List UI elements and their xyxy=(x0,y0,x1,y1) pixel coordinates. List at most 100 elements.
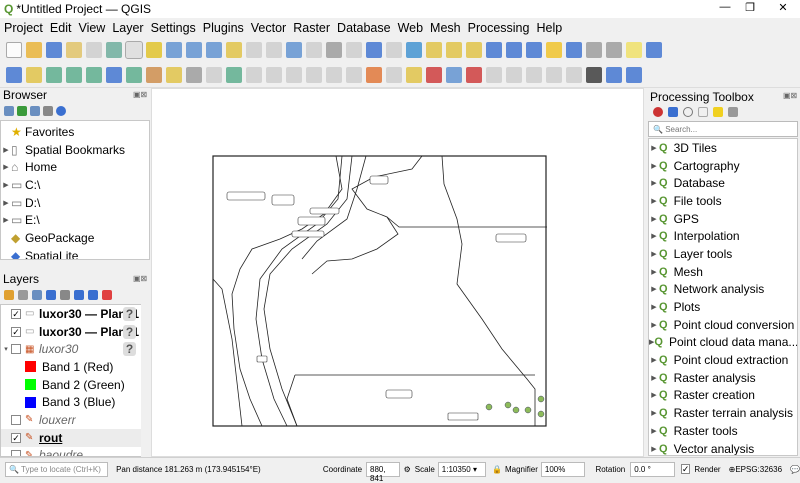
layers-scrollbar[interactable] xyxy=(141,304,150,457)
toolbox-group[interactable]: ▶ Q Raster terrain analysis xyxy=(649,404,797,422)
toolbox-group[interactable]: ▶ Q Mesh xyxy=(649,263,797,281)
expand-arrow-icon[interactable]: ▶ xyxy=(649,215,659,223)
vertex-tool-icon[interactable] xyxy=(226,66,242,83)
pin-labels-icon[interactable] xyxy=(446,66,462,83)
menu-database[interactable]: Database xyxy=(337,21,391,35)
expand-arrow-icon[interactable]: ▶ xyxy=(649,179,659,187)
close-button[interactable]: ✕ xyxy=(768,1,798,14)
layer-visibility-checkbox[interactable] xyxy=(11,450,21,456)
expand-arrow-icon[interactable]: ▶ xyxy=(649,250,659,258)
zoom-full-icon[interactable] xyxy=(206,42,222,58)
processing-toolbox-icon[interactable] xyxy=(546,42,562,58)
browser-item[interactable]: ▶ ⌂ Home xyxy=(1,158,149,176)
zoom-to-layer-icon[interactable] xyxy=(246,42,262,58)
menu-view[interactable]: View xyxy=(78,21,105,35)
advanced-digitizing-icon[interactable] xyxy=(246,66,262,83)
north-arrow-handle[interactable] xyxy=(485,403,493,411)
new-project-icon[interactable] xyxy=(6,42,22,58)
collapse-all-icon[interactable] xyxy=(88,290,98,300)
zoom-to-selection-icon[interactable] xyxy=(226,42,242,58)
expand-arrow-icon[interactable]: ▶ xyxy=(649,374,659,382)
coordinate-field[interactable]: 880, 841 xyxy=(366,461,400,483)
toolbox-group[interactable]: ▶ Q Cartography xyxy=(649,157,797,175)
menu-project[interactable]: Project xyxy=(4,21,43,35)
menu-processing[interactable]: Processing xyxy=(468,21,530,35)
toolbox-group[interactable]: ▶ Q Interpolation xyxy=(649,227,797,245)
copy-features-icon[interactable] xyxy=(326,66,342,83)
expand-arrow-icon[interactable]: ▶ xyxy=(649,321,659,329)
style-icon[interactable] xyxy=(4,290,14,300)
menu-layer[interactable]: Layer xyxy=(112,21,143,35)
toolbox-search-input[interactable]: 🔍 Search... xyxy=(648,121,798,137)
temporal-controller-icon[interactable] xyxy=(366,42,382,58)
current-edits-icon[interactable] xyxy=(146,66,162,83)
data-source-manager-icon[interactable] xyxy=(6,66,22,83)
label-toolbar-icon[interactable] xyxy=(406,66,422,83)
expand-arrow-icon[interactable]: ▶ xyxy=(649,268,659,276)
add-layer-icon[interactable] xyxy=(4,106,14,116)
layer-item[interactable]: ✎ louxerr xyxy=(1,411,149,429)
open-field-calculator-icon[interactable] xyxy=(526,42,542,58)
modify-attributes-icon[interactable] xyxy=(266,66,282,83)
select-features-icon[interactable] xyxy=(406,42,422,58)
browser-item[interactable]: ▶ ▭ E:\ xyxy=(1,211,149,229)
render-checkbox[interactable]: ✓ xyxy=(680,464,691,474)
add-group-icon[interactable] xyxy=(18,290,28,300)
layer-item[interactable]: ✓ ✎ rout xyxy=(1,428,149,447)
expand-arrow-icon[interactable]: ▶ xyxy=(649,285,659,293)
expand-arrow-icon[interactable]: ▶ xyxy=(1,163,11,171)
scalebar-handle[interactable] xyxy=(512,406,520,414)
menu-mesh[interactable]: Mesh xyxy=(430,21,461,35)
layer-item[interactable]: ✎ baoudre xyxy=(1,447,149,456)
move-label-icon[interactable] xyxy=(506,66,522,83)
label-options-icon[interactable] xyxy=(566,66,582,83)
cut-features-icon[interactable] xyxy=(306,66,322,83)
expand-arrow-icon[interactable]: ▶ xyxy=(649,162,659,170)
layout-manager-icon[interactable] xyxy=(86,42,102,58)
expand-arrow-icon[interactable]: ▶ xyxy=(649,427,659,435)
toolbox-group[interactable]: ▶ Q Raster creation xyxy=(649,387,797,405)
expand-arrow-icon[interactable]: ▶ xyxy=(1,199,11,207)
layer-item[interactable]: Band 2 (Green) xyxy=(1,376,149,394)
toolbox-group[interactable]: ▶ Q Vector analysis xyxy=(649,440,797,455)
browser-item[interactable]: ◆ GeoPackage xyxy=(1,229,149,247)
toolbox-group[interactable]: ▶ Q Point cloud conversion xyxy=(649,316,797,334)
layer-item[interactable]: ✓ ▭ luxor30 — Plan_1? xyxy=(1,305,149,323)
layer-visibility-checkbox[interactable] xyxy=(11,414,21,425)
panel-close-icon[interactable]: ▣⊠ xyxy=(133,274,147,283)
diagram-icon[interactable] xyxy=(426,66,442,83)
new-geopackage-layer-icon[interactable] xyxy=(26,66,42,83)
zoom-native-icon[interactable] xyxy=(266,42,282,58)
menu-vector[interactable]: Vector xyxy=(251,21,286,35)
layer-item[interactable]: ▾ ▦ luxor30? xyxy=(1,340,149,358)
refresh-icon[interactable] xyxy=(17,106,27,116)
redo-icon[interactable] xyxy=(386,66,402,83)
menu-settings[interactable]: Settings xyxy=(151,21,196,35)
browser-item[interactable]: ◆ SpatiaLite xyxy=(1,247,149,259)
expand-arrow-icon[interactable]: ▶ xyxy=(649,197,659,205)
rotation-spinbox[interactable]: 0.0 ° xyxy=(630,461,675,477)
layer-visibility-checkbox[interactable]: ✓ xyxy=(11,432,21,443)
identify-icon[interactable] xyxy=(486,42,502,58)
python-icon[interactable] xyxy=(668,107,678,117)
deselect-icon[interactable] xyxy=(446,42,462,58)
new-virtual-layer-icon[interactable] xyxy=(106,66,122,83)
expand-arrow-icon[interactable]: ▶ xyxy=(649,232,659,240)
refresh-icon[interactable] xyxy=(386,42,402,58)
magnifier-spinbox[interactable]: 100% xyxy=(540,461,586,477)
rotate-label-icon[interactable] xyxy=(526,66,542,83)
maximize-button[interactable]: ❐ xyxy=(735,1,765,14)
zoom-in-icon[interactable] xyxy=(166,42,182,58)
expand-arrow-icon[interactable]: ▶ xyxy=(1,181,11,189)
legend-handle[interactable] xyxy=(537,395,545,403)
filter-icon[interactable] xyxy=(30,106,40,116)
browser-item[interactable]: ▶ ▭ C:\ xyxy=(1,176,149,194)
expand-arrow-icon[interactable]: ▶ xyxy=(649,303,659,311)
show-hide-labels-icon[interactable] xyxy=(486,66,502,83)
attribute-table-icon[interactable] xyxy=(506,42,522,58)
expand-arrow-icon[interactable]: ▾ xyxy=(1,345,11,353)
new-print-layout-icon[interactable] xyxy=(66,42,82,58)
info-icon[interactable] xyxy=(56,106,66,116)
expand-all-icon[interactable] xyxy=(74,290,84,300)
unknown-crs-icon[interactable]: ? xyxy=(123,342,136,357)
